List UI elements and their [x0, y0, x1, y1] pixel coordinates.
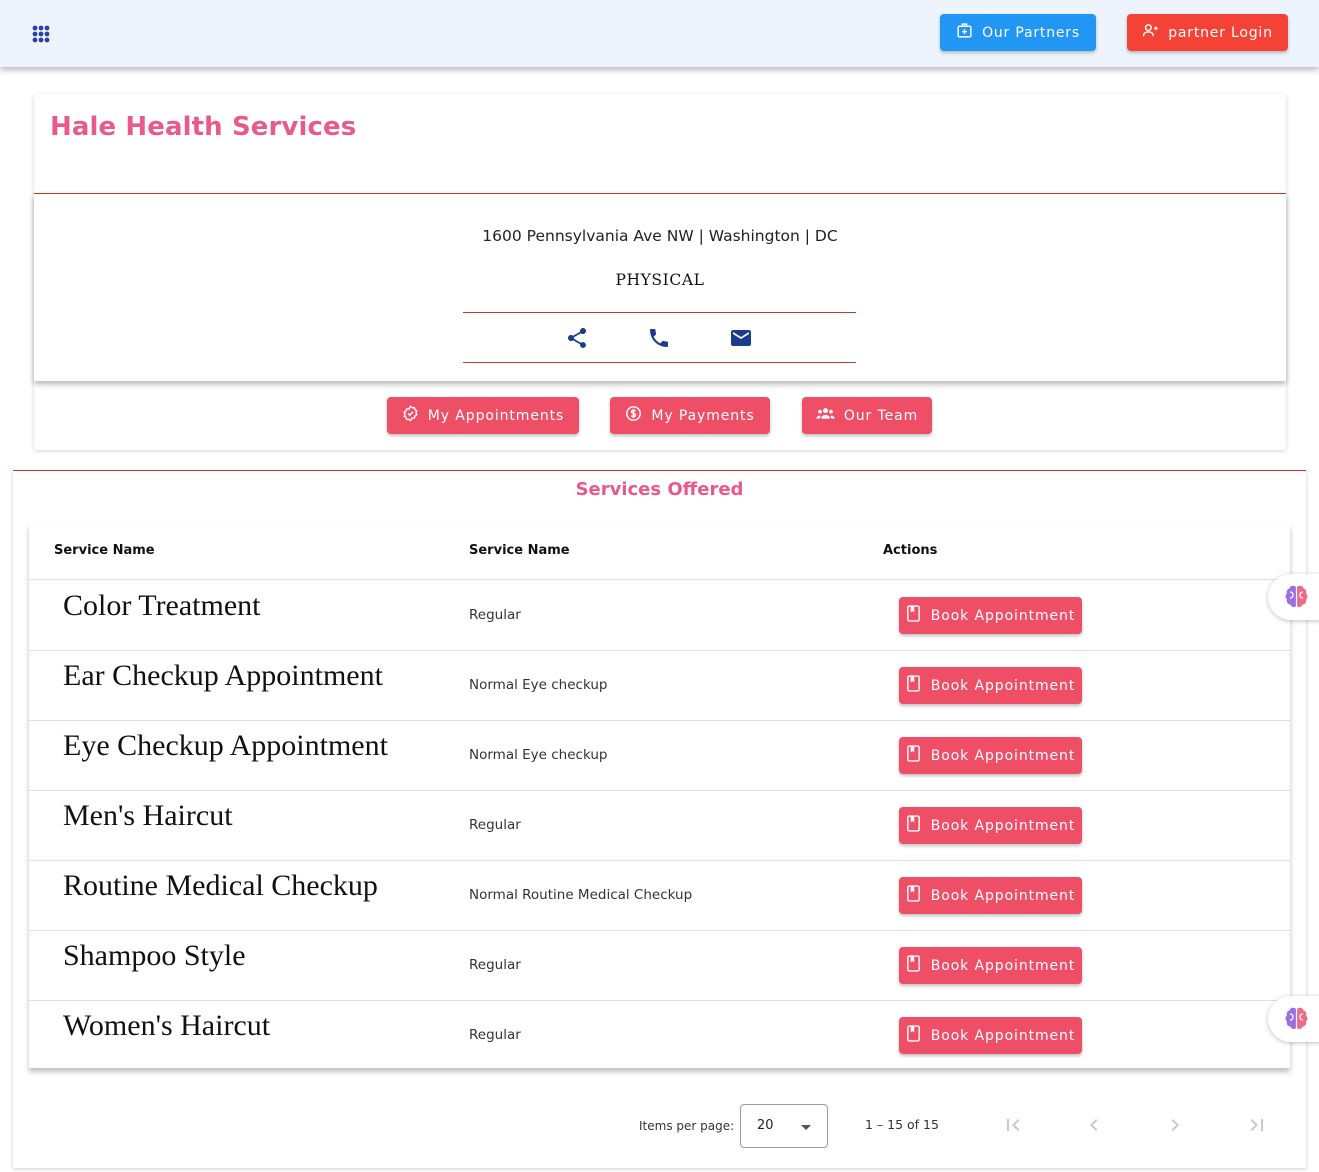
- our-team-label: Our Team: [843, 407, 919, 424]
- bookmark-book-icon: [906, 745, 921, 766]
- book-appointment-button[interactable]: Book Appointment: [899, 1017, 1082, 1054]
- service-name: Women's Haircut: [63, 1009, 271, 1042]
- service-type: Normal Routine Medical Checkup: [469, 887, 693, 903]
- bookmark-book-icon: [906, 605, 921, 626]
- table-row: Shampoo Style Regular Book Appointment: [29, 931, 1290, 1001]
- top-app-bar: Our Partners partner Login: [0, 0, 1319, 67]
- service-name: Routine Medical Checkup: [63, 869, 378, 902]
- bookmark-book-icon: [906, 885, 921, 906]
- service-type: Regular: [469, 957, 521, 973]
- service-type: Regular: [469, 1027, 521, 1043]
- my-payments-label: My Payments: [651, 407, 755, 424]
- table-row: Women's Haircut Regular Book Appointment: [29, 1001, 1290, 1071]
- business-category: PHYSICAL: [615, 271, 705, 289]
- book-appointment-button[interactable]: Book Appointment: [899, 807, 1082, 844]
- medical-bag-icon: [956, 22, 973, 43]
- dollar-circle-icon: [625, 405, 642, 426]
- table-row: Ear Checkup Appointment Normal Eye checku…: [29, 651, 1290, 721]
- column-header-service-name[interactable]: Service Name: [54, 543, 155, 558]
- services-title: Services Offered: [575, 479, 744, 500]
- bookmark-book-icon: [906, 955, 921, 976]
- my-payments-button[interactable]: My Payments: [610, 397, 770, 434]
- book-appointment-label: Book Appointment: [930, 887, 1076, 904]
- service-name: Ear Checkup Appointment: [63, 659, 383, 692]
- previous-page-icon[interactable]: [1082, 1113, 1106, 1137]
- book-appointment-label: Book Appointment: [930, 607, 1076, 624]
- service-type: Regular: [469, 817, 521, 833]
- table-header-row: Service Name Service Name Actions: [29, 524, 1290, 580]
- table-row: Routine Medical Checkup Normal Routine Me…: [29, 861, 1290, 931]
- book-appointment-label: Book Appointment: [930, 747, 1076, 764]
- table-row: Men's Haircut Regular Book Appointment: [29, 791, 1290, 861]
- services-card: Services Offered Service Name Service Na…: [13, 471, 1306, 1168]
- paginator: Items per page: 20 1 – 15 of 15: [13, 1091, 1306, 1161]
- book-appointment-label: Book Appointment: [930, 957, 1076, 974]
- business-header-card: Hale Health Services 1600 Pennsylvania A…: [34, 94, 1286, 450]
- book-appointment-button[interactable]: Book Appointment: [899, 947, 1082, 984]
- group-icon: [816, 405, 835, 426]
- person-add-icon: [1142, 22, 1159, 43]
- service-type: Regular: [469, 607, 521, 623]
- business-info-card: 1600 Pennsylvania Ave NW | Washington | …: [34, 194, 1286, 381]
- table-row: Color Treatment Regular Book Appointment: [29, 581, 1290, 651]
- dropdown-arrow-icon: [801, 1125, 811, 1130]
- book-appointment-button[interactable]: Book Appointment: [899, 597, 1082, 634]
- contact-icon-row: [463, 312, 856, 363]
- page-range-label: 1 – 15 of 15: [865, 1117, 939, 1132]
- email-icon[interactable]: [729, 326, 753, 350]
- table-row: Eye Checkup Appointment Normal Eye checku…: [29, 721, 1290, 791]
- items-per-page-label: Items per page:: [639, 1119, 735, 1133]
- services-table: Service Name Service Name Actions Color …: [29, 524, 1290, 1068]
- service-name: Shampoo Style: [63, 939, 246, 972]
- my-appointments-button[interactable]: My Appointments: [387, 397, 579, 434]
- share-icon[interactable]: [565, 326, 589, 350]
- my-appointments-label: My Appointments: [427, 407, 565, 424]
- column-header-service-type[interactable]: Service Name: [469, 543, 570, 558]
- first-page-icon[interactable]: [1001, 1113, 1025, 1137]
- service-name: Eye Checkup Appointment: [63, 729, 388, 762]
- column-header-actions: Actions: [883, 543, 938, 558]
- bookmark-book-icon: [906, 1025, 921, 1046]
- book-appointment-button[interactable]: Book Appointment: [899, 737, 1082, 774]
- book-appointment-label: Book Appointment: [930, 677, 1076, 694]
- assistant-widget-button[interactable]: [1268, 574, 1319, 620]
- business-address: 1600 Pennsylvania Ave NW | Washington | …: [482, 227, 838, 245]
- items-per-page-value: 20: [757, 1118, 774, 1133]
- our-partners-label: Our Partners: [982, 24, 1080, 41]
- partner-login-button[interactable]: partner Login: [1127, 14, 1288, 51]
- service-name: Men's Haircut: [63, 799, 233, 832]
- book-appointment-button[interactable]: Book Appointment: [899, 877, 1082, 914]
- service-type: Normal Eye checkup: [469, 677, 608, 693]
- book-appointment-button[interactable]: Book Appointment: [899, 667, 1082, 704]
- our-team-button[interactable]: Our Team: [802, 397, 932, 434]
- book-appointment-label: Book Appointment: [930, 817, 1076, 834]
- our-partners-button[interactable]: Our Partners: [940, 14, 1096, 51]
- apps-grid-icon[interactable]: [26, 19, 56, 49]
- assistant-widget-button[interactable]: [1268, 996, 1319, 1042]
- check-badge-icon: [402, 405, 419, 426]
- last-page-icon[interactable]: [1245, 1113, 1269, 1137]
- business-name: Hale Health Services: [50, 112, 357, 142]
- bookmark-book-icon: [906, 815, 921, 836]
- service-name: Color Treatment: [63, 589, 261, 622]
- partner-login-label: partner Login: [1168, 24, 1273, 41]
- service-type: Normal Eye checkup: [469, 747, 608, 763]
- next-page-icon[interactable]: [1163, 1113, 1187, 1137]
- book-appointment-label: Book Appointment: [930, 1027, 1076, 1044]
- items-per-page-select[interactable]: 20: [740, 1104, 828, 1148]
- bookmark-book-icon: [906, 675, 921, 696]
- phone-icon[interactable]: [647, 326, 671, 350]
